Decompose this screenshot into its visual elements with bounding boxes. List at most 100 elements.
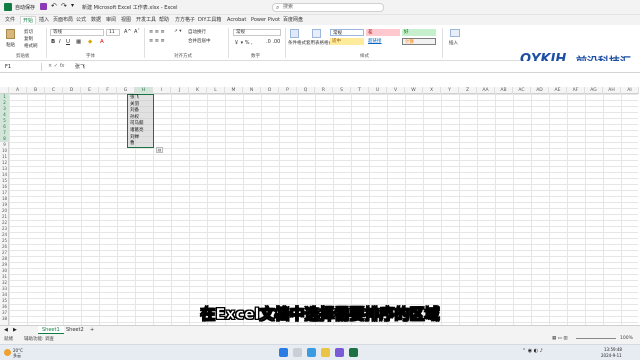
number-format-select[interactable]: 常规 xyxy=(233,29,281,36)
excel-taskbar-icon[interactable] xyxy=(349,348,358,357)
column-header[interactable]: Q xyxy=(297,87,315,94)
cut-button[interactable]: 剪切 xyxy=(24,29,33,35)
worksheet-grid[interactable] xyxy=(9,94,638,325)
left-align-icon[interactable]: ≡ ≡ ≡ xyxy=(149,38,165,44)
selected-cell[interactable]: 刘备 xyxy=(130,108,139,114)
style-neutral[interactable]: 适中 xyxy=(330,38,364,45)
tab-data[interactable]: 数据 xyxy=(89,16,103,24)
column-header[interactable]: T xyxy=(351,87,369,94)
column-header[interactable]: J xyxy=(171,87,189,94)
redo-icon[interactable]: ↷ xyxy=(61,2,67,10)
sheet-next-icon[interactable]: ▶ xyxy=(13,326,17,334)
table-format-icon[interactable] xyxy=(312,29,321,38)
selected-cell[interactable]: 诸葛亮 xyxy=(130,128,144,134)
tab-developer[interactable]: 开发工具 xyxy=(134,16,158,24)
column-header[interactable]: R xyxy=(315,87,333,94)
top-align-icon[interactable]: ≡ ≡ ≡ xyxy=(149,29,165,35)
column-header[interactable]: O xyxy=(261,87,279,94)
tab-help[interactable]: 帮助 xyxy=(157,16,171,24)
merge-center-button[interactable]: 合并后居中 xyxy=(188,38,211,44)
view-icons[interactable]: ▦ ▭ ▥ xyxy=(552,336,568,341)
column-header[interactable]: B xyxy=(27,87,45,94)
tab-home[interactable]: 开始 xyxy=(20,16,37,24)
edge-icon[interactable] xyxy=(307,348,316,357)
formula-input[interactable]: 张飞 xyxy=(75,63,85,71)
column-header[interactable]: H xyxy=(135,87,153,94)
column-header[interactable]: X xyxy=(423,87,441,94)
column-header[interactable]: Z xyxy=(459,87,477,94)
decimal-icon[interactable]: .0 .00 xyxy=(266,39,280,45)
name-box[interactable]: F1 xyxy=(2,63,42,71)
conditional-format-icon[interactable] xyxy=(290,29,299,38)
paste-icon[interactable] xyxy=(6,29,15,39)
customize-qat-icon[interactable]: ▾ xyxy=(71,2,74,9)
column-header[interactable]: L xyxy=(207,87,225,94)
style-good[interactable]: 好 xyxy=(402,29,436,36)
font-color-icon[interactable]: A xyxy=(100,39,104,45)
column-header[interactable]: I xyxy=(153,87,171,94)
column-header[interactable]: U xyxy=(369,87,387,94)
save-icon[interactable] xyxy=(40,3,47,10)
column-header[interactable]: N xyxy=(243,87,261,94)
zoom-slider[interactable] xyxy=(576,338,616,339)
insert-cells-icon[interactable] xyxy=(450,29,460,37)
tab-insert[interactable]: 插入 xyxy=(37,16,51,24)
sheet-tab-1[interactable]: Sheet1 xyxy=(38,326,64,334)
borders-icon[interactable]: ▦ xyxy=(76,39,81,45)
column-header[interactable]: AA xyxy=(477,87,495,94)
fill-color-icon[interactable]: ◆ xyxy=(88,39,92,45)
style-hyperlink[interactable]: 超链接 xyxy=(366,38,400,45)
column-header[interactable]: AG xyxy=(585,87,603,94)
column-header[interactable]: AB xyxy=(495,87,513,94)
format-painter-button[interactable]: 格式刷 xyxy=(24,43,38,49)
style-bad[interactable]: 差 xyxy=(366,29,400,36)
accounting-format-icon[interactable]: ￥ ▾ % , xyxy=(234,39,253,46)
underline-icon[interactable]: U xyxy=(66,39,70,45)
wrap-text-button[interactable]: 自动换行 xyxy=(188,29,206,35)
tab-view[interactable]: 视图 xyxy=(119,16,133,24)
tray-icons[interactable]: ⌃ ◉ ◐ ♪ xyxy=(522,348,543,354)
add-sheet-button[interactable]: + xyxy=(86,326,98,334)
chrome-icon[interactable] xyxy=(321,348,330,357)
zoom-level[interactable]: 100% xyxy=(620,336,633,341)
accessibility-status[interactable]: 辅助功能: 调查 xyxy=(24,336,54,342)
tab-power-pivot[interactable]: Power Pivot xyxy=(249,16,282,24)
column-header[interactable]: Y xyxy=(441,87,459,94)
column-header[interactable]: AE xyxy=(549,87,567,94)
style-normal[interactable]: 常规 xyxy=(330,29,364,36)
grow-font-icon[interactable]: A^ xyxy=(124,29,132,35)
column-header[interactable]: AC xyxy=(513,87,531,94)
weather-icon[interactable] xyxy=(4,349,11,356)
undo-icon[interactable]: ↶ xyxy=(51,2,57,10)
selected-cell[interactable]: 张飞 xyxy=(130,95,139,101)
tab-file[interactable]: 文件 xyxy=(3,16,17,24)
column-header[interactable]: S xyxy=(333,87,351,94)
font-size-select[interactable]: 11 xyxy=(106,29,120,36)
format-as-table-button[interactable]: 套用表格格式 xyxy=(306,40,333,46)
column-header[interactable]: F xyxy=(99,87,117,94)
column-header[interactable]: P xyxy=(279,87,297,94)
tab-page-layout[interactable]: 页面布局 xyxy=(51,16,75,24)
quick-analysis-icon[interactable]: ▤ xyxy=(156,147,163,153)
column-header[interactable]: V xyxy=(387,87,405,94)
selected-cell[interactable]: 曹 xyxy=(130,141,135,147)
bold-icon[interactable]: B xyxy=(51,39,55,45)
copy-button[interactable]: 复制 xyxy=(24,36,33,42)
selected-cell[interactable]: 孙权 xyxy=(130,115,139,121)
column-header[interactable]: AI xyxy=(621,87,639,94)
app-icon[interactable] xyxy=(335,348,344,357)
selected-cell[interactable]: 关羽 xyxy=(130,102,139,108)
tab-acrobat[interactable]: Acrobat xyxy=(225,16,248,24)
fx-icon[interactable]: × ✓ fx xyxy=(48,63,64,69)
windows-start-icon[interactable] xyxy=(279,348,288,357)
sheet-tab-2[interactable]: Sheet2 xyxy=(62,326,88,334)
italic-icon[interactable]: I xyxy=(59,39,61,45)
shrink-font-icon[interactable]: Aˇ xyxy=(134,29,140,35)
column-header[interactable]: C xyxy=(45,87,63,94)
orientation-icon[interactable]: ↗ ▾ xyxy=(174,29,181,34)
font-name-select[interactable]: 等线 xyxy=(50,29,104,36)
column-header[interactable]: M xyxy=(225,87,243,94)
search-input[interactable]: ⌕ 搜索 xyxy=(272,3,384,12)
selected-cell[interactable]: 刘婵 xyxy=(130,135,139,141)
column-header[interactable]: W xyxy=(405,87,423,94)
